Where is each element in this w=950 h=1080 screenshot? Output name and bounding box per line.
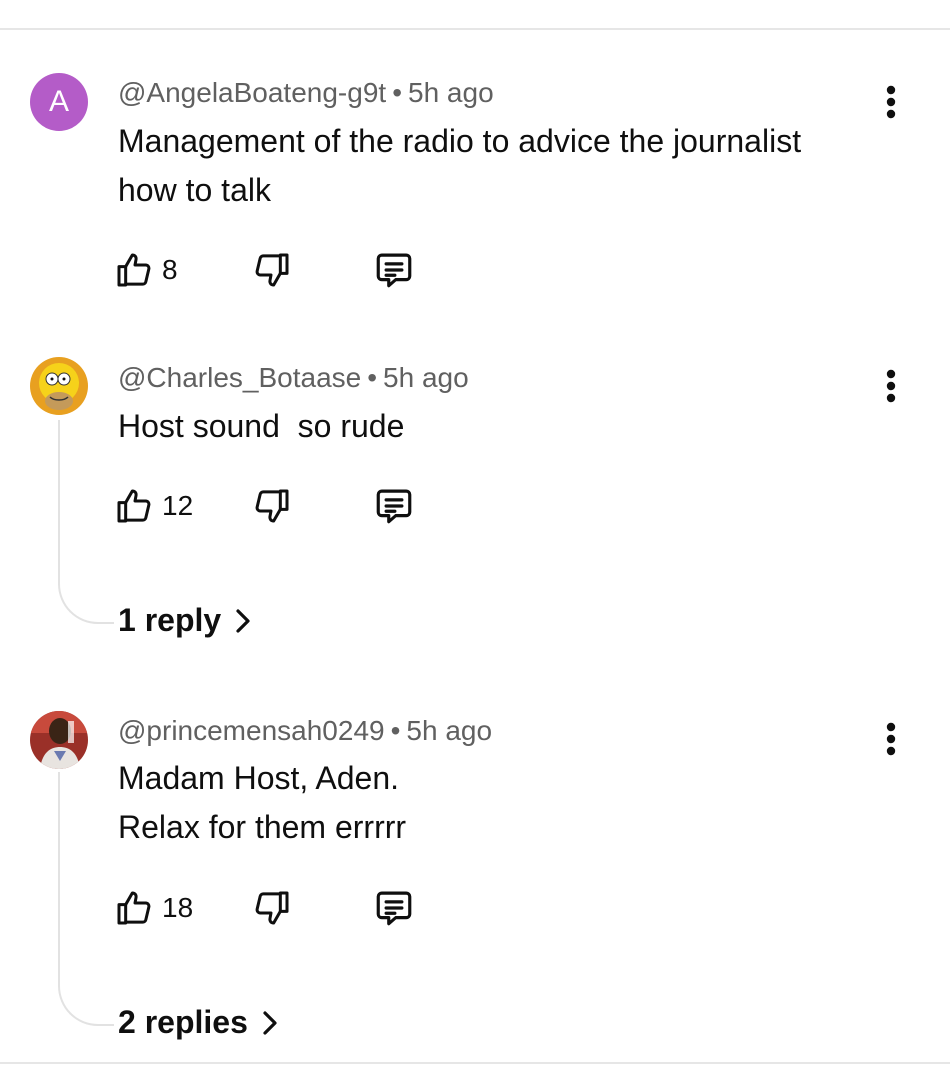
meta-separator: • (392, 77, 402, 108)
top-divider (0, 28, 950, 30)
avatar[interactable]: A (30, 73, 88, 131)
avatar-image (30, 357, 88, 415)
more-options-button[interactable] (874, 366, 908, 406)
comment-meta: @princemensah0249 • 5h ago (118, 714, 492, 748)
bottom-divider (0, 1062, 950, 1064)
comments-section: A @AngelaBoateng-g9t • 5h ago Management o… (0, 0, 950, 1080)
reply-button[interactable] (372, 886, 416, 930)
avatar-image (30, 711, 88, 769)
like-count: 8 (162, 254, 178, 285)
author-name[interactable]: @princemensah0249 (118, 715, 385, 746)
comment-time[interactable]: 5h ago (406, 715, 492, 746)
meta-separator: • (367, 362, 378, 393)
comment-reply-icon (376, 253, 412, 288)
thread-line (58, 772, 114, 1026)
comment-text: Madam Host, Aden. Relax for them errrrr (118, 760, 407, 845)
comment-time[interactable]: 5h ago (383, 362, 469, 393)
more-options-button[interactable] (874, 82, 908, 122)
comment-meta: @AngelaBoateng-g9t • 5h ago (118, 76, 494, 110)
comment-actions: 18 (114, 886, 514, 930)
more-vertical-icon (886, 369, 896, 403)
like-button[interactable]: 18 (114, 886, 193, 930)
comment-actions: 12 (114, 484, 514, 528)
meta-separator: • (390, 715, 401, 746)
thread-line (58, 420, 114, 624)
comment-time[interactable]: 5h ago (408, 77, 494, 108)
more-options-button[interactable] (874, 719, 908, 759)
reply-button[interactable] (372, 484, 416, 528)
thumbs-down-icon (255, 253, 289, 287)
like-count: 18 (162, 892, 194, 923)
comment-text: Host sound so rude (118, 408, 405, 444)
more-vertical-icon (886, 722, 896, 756)
dislike-button[interactable] (252, 484, 292, 528)
comment-reply-icon (376, 489, 412, 524)
comment-actions: 8 (114, 248, 514, 292)
comment-reply-icon (376, 891, 412, 926)
reply-button[interactable] (372, 248, 416, 292)
like-button[interactable]: 8 (114, 248, 178, 292)
avatar[interactable] (30, 711, 88, 769)
view-replies-button[interactable]: 2 replies (118, 1004, 278, 1041)
author-name[interactable]: @Charles_Botaase (118, 362, 361, 393)
dislike-button[interactable] (252, 248, 292, 292)
comment-meta: @Charles_Botaase • 5h ago (118, 361, 469, 395)
view-replies-button[interactable]: 1 reply (118, 602, 251, 639)
comment-text: Management of the radio to advice the jo… (118, 123, 802, 208)
replies-label: 2 replies (118, 1004, 248, 1040)
avatar-letter: A (48, 85, 69, 118)
chevron-right-icon (236, 608, 250, 633)
thumbs-up-icon (117, 891, 151, 925)
thumbs-up-icon (117, 489, 151, 523)
thumbs-down-icon (255, 891, 289, 925)
author-name[interactable]: @AngelaBoateng-g9t (118, 77, 386, 108)
dislike-button[interactable] (252, 886, 292, 930)
like-count: 12 (162, 490, 194, 521)
thumbs-down-icon (255, 489, 289, 523)
avatar[interactable] (30, 357, 88, 415)
thumbs-up-icon (117, 253, 151, 287)
more-vertical-icon (886, 85, 896, 119)
like-button[interactable]: 12 (114, 484, 193, 528)
chevron-right-icon (263, 1010, 277, 1035)
replies-label: 1 reply (118, 602, 222, 638)
